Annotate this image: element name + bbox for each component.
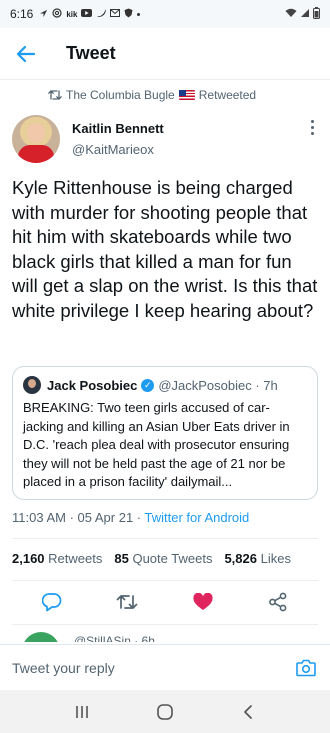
quote-handle-time: @JackPosobiec · 7h xyxy=(158,377,278,393)
quote-avatar xyxy=(23,376,41,394)
home-icon xyxy=(157,703,173,720)
divider xyxy=(12,624,318,625)
divider xyxy=(12,580,318,581)
reply-avatar xyxy=(22,632,60,642)
quote-header: Jack Posobiec ✓ @JackPosobiec · 7h xyxy=(23,376,307,394)
signal-icon xyxy=(300,8,310,21)
navigation-arrow-icon xyxy=(39,9,48,20)
tweet-text: Kyle Rittenhouse is being charged with m… xyxy=(12,177,318,321)
status-time: 6:16 xyxy=(10,7,34,21)
tweet-author: Kaitlin Bennett @KaitMarieox xyxy=(12,112,318,166)
reply-handle-time: @StillASin · 6h xyxy=(74,634,155,642)
recents-icon xyxy=(75,705,88,718)
status-bar: 6:16 kik xyxy=(0,0,330,28)
share-icon xyxy=(269,592,287,612)
app-header: Tweet xyxy=(0,28,330,80)
reply-icon xyxy=(41,593,62,612)
home-button[interactable] xyxy=(145,697,185,727)
us-flag-icon xyxy=(178,90,195,100)
wifi-icon xyxy=(285,8,297,21)
reply-button[interactable] xyxy=(37,587,67,617)
dot-icon xyxy=(137,12,141,16)
back-icon xyxy=(244,704,253,719)
back-button[interactable] xyxy=(0,28,52,80)
avatar[interactable] xyxy=(12,115,60,163)
twitter-icon xyxy=(96,9,107,20)
system-icons xyxy=(285,6,320,22)
verified-badge-icon: ✓ xyxy=(141,378,155,392)
retweeter-name: The Columbia Bugle xyxy=(66,88,175,102)
like-button[interactable] xyxy=(188,587,218,617)
page-title: Tweet xyxy=(66,43,116,63)
quote-tweet-card[interactable]: Jack Posobiec ✓ @JackPosobiec · 7h BREAK… xyxy=(12,366,318,500)
retweet-button[interactable] xyxy=(112,587,142,617)
quote-author-name: Jack Posobiec xyxy=(47,377,138,393)
quote-text: BREAKING: Two teen girls accused of car-… xyxy=(23,400,290,489)
gmail-icon xyxy=(110,9,121,19)
divider xyxy=(12,538,318,539)
battery-icon xyxy=(313,6,320,22)
reply-input[interactable]: Tweet your reply xyxy=(12,660,294,676)
back-nav-button[interactable] xyxy=(228,697,268,727)
recents-button[interactable] xyxy=(62,697,102,727)
arrow-left-icon xyxy=(16,45,36,62)
brave-icon xyxy=(124,8,133,20)
next-reply-preview[interactable]: @StillASin · 6h xyxy=(12,632,318,642)
tweet-datetime: 11:03 AM · 05 Apr 21 · xyxy=(12,510,145,525)
more-options-icon[interactable] xyxy=(308,120,316,135)
tweet-stats: 2,160 Retweets 85 Quote Tweets 5,826 Lik… xyxy=(12,551,291,566)
tweet-actions xyxy=(0,582,330,622)
retweet-icon xyxy=(48,90,62,100)
youtube-icon xyxy=(81,9,93,19)
retweeted-label: Retweeted xyxy=(198,88,257,102)
at-sign-icon xyxy=(52,8,62,20)
system-nav-bar xyxy=(0,690,330,733)
retweet-attribution[interactable]: The Columbia Bugle Retweeted xyxy=(48,88,256,102)
author-handle[interactable]: @KaitMarieox xyxy=(72,141,164,159)
kik-icon: kik xyxy=(66,9,78,19)
retweets-stat[interactable]: 2,160 Retweets xyxy=(12,551,102,566)
heart-filled-icon xyxy=(193,593,213,610)
notification-icons: kik xyxy=(39,8,141,20)
tweet-timestamp: 11:03 AM · 05 Apr 21 · Twitter for Andro… xyxy=(12,510,249,525)
camera-icon xyxy=(296,659,316,676)
quote-tweets-stat[interactable]: 85 Quote Tweets xyxy=(114,551,212,566)
likes-stat[interactable]: 5,826 Likes xyxy=(224,551,291,566)
author-name[interactable]: Kaitlin Bennett xyxy=(72,120,164,137)
reply-composer-bar[interactable]: Tweet your reply xyxy=(0,644,330,690)
camera-button[interactable] xyxy=(294,656,318,680)
retweet-icon xyxy=(116,595,138,609)
tweet-client-link[interactable]: Twitter for Android xyxy=(145,510,250,525)
share-button[interactable] xyxy=(263,587,293,617)
